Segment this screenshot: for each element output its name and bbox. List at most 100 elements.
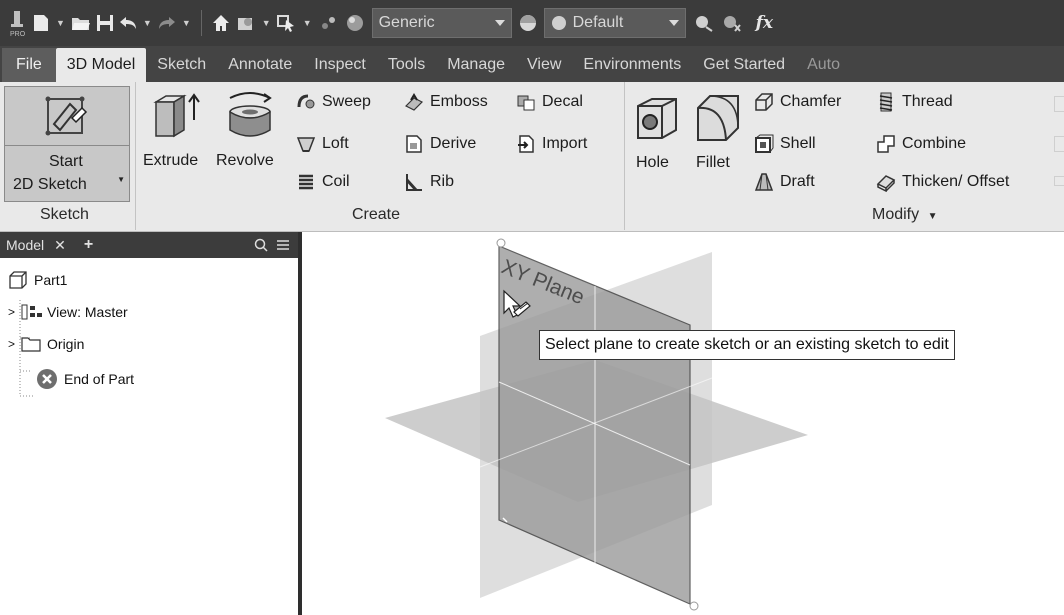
appearance-ball-icon[interactable] (516, 8, 540, 38)
search-icon[interactable] (254, 238, 268, 252)
tab-get-started[interactable]: Get Started (692, 48, 796, 82)
emboss-button[interactable]: Emboss (404, 92, 488, 112)
import-button[interactable]: Import (516, 134, 587, 154)
graphics-viewport[interactable]: XY Plane (306, 232, 1064, 615)
extrude-button[interactable]: Extrude (140, 86, 210, 196)
tab-file[interactable]: File (2, 48, 56, 82)
decal-icon (517, 95, 535, 111)
hole-icon (637, 98, 677, 139)
appearance-swatch-icon (551, 16, 566, 30)
redo-icon[interactable] (156, 8, 178, 38)
parameters-icon[interactable]: fx (756, 13, 773, 33)
tree-label: View: Master (47, 304, 128, 320)
material-dropdown[interactable]: Generic (371, 8, 512, 38)
group-divider (135, 82, 136, 230)
inventor-pro-logo[interactable]: PRO (4, 8, 30, 38)
import-icon (518, 135, 534, 153)
close-icon[interactable]: ✕ (54, 237, 66, 254)
open-icon[interactable] (69, 8, 93, 38)
plane-corner-grip[interactable] (689, 601, 699, 611)
2d-sketch-label: 2D Sketch (13, 176, 87, 193)
chevron-down-icon[interactable]: ▼ (56, 18, 65, 28)
fillet-label: Fillet (696, 154, 730, 171)
select-icon[interactable] (275, 8, 299, 38)
end-of-part-icon (37, 369, 57, 389)
thread-label: Thread (902, 93, 953, 110)
tab-view[interactable]: View (516, 48, 572, 82)
clear-override-icon[interactable] (690, 8, 718, 38)
chevron-down-icon[interactable]: ▼ (143, 18, 152, 28)
tab-manage[interactable]: Manage (436, 48, 516, 82)
tab-tools[interactable]: Tools (377, 48, 436, 82)
create-group-label: Create (352, 206, 401, 223)
tooltip: Select plane to create sketch or an exis… (539, 330, 955, 360)
chamfer-label: Chamfer (780, 93, 842, 110)
tab-annotate[interactable]: Annotate (217, 48, 303, 82)
coil-button[interactable]: Coil (296, 172, 350, 192)
coil-label: Coil (322, 173, 350, 190)
folder-icon (21, 337, 41, 352)
rib-button[interactable]: Rib (404, 172, 454, 192)
chevron-down-icon[interactable]: ▼ (182, 18, 191, 28)
emboss-label: Emboss (430, 93, 488, 110)
part-icon (9, 271, 27, 289)
toolbar-divider (200, 10, 202, 36)
loft-button[interactable]: Loft (296, 134, 349, 154)
chevron-down-icon[interactable]: ▼ (303, 18, 312, 28)
adjust-icon[interactable] (718, 8, 746, 38)
tab-model[interactable]: Model (6, 237, 44, 253)
fillet-icon (697, 95, 739, 141)
color-icon[interactable] (316, 8, 342, 38)
import-label: Import (542, 135, 588, 152)
add-tab-icon[interactable]: + (84, 236, 93, 254)
shell-button[interactable]: Shell (754, 134, 816, 154)
thicken-icon (876, 175, 896, 192)
hole-button[interactable]: Hole (630, 86, 684, 196)
tree-item-view-master[interactable]: > View: Master (8, 303, 128, 321)
plane-corner-grip[interactable] (496, 238, 506, 248)
start-2d-sketch-button[interactable]: Start 2D Sketch ▼ (4, 86, 130, 202)
split-divider (5, 145, 129, 146)
loft-label: Loft (322, 135, 349, 152)
extrude-icon (153, 93, 200, 138)
fillet-button[interactable]: Fillet (690, 86, 746, 196)
sweep-button[interactable]: Sweep (296, 92, 371, 112)
combine-button[interactable]: Combine (876, 134, 966, 154)
revolve-label: Revolve (216, 152, 274, 169)
tab-3d-model[interactable]: 3D Model (55, 48, 147, 82)
tree-item-origin[interactable]: > Origin (8, 336, 84, 352)
thread-button[interactable]: Thread (876, 92, 953, 112)
chevron-down-icon[interactable]: ▼ (117, 175, 125, 184)
tree-item-end-of-part[interactable]: End of Part (36, 368, 134, 390)
tab-sketch[interactable]: Sketch (146, 48, 217, 82)
appearance-dropdown[interactable]: Default (543, 8, 686, 38)
chevron-down-icon[interactable]: ▼ (262, 18, 271, 28)
browser-header: Model ✕ + (0, 232, 298, 258)
material-ball-icon[interactable] (342, 8, 368, 38)
modify-group-label[interactable]: Modify ▼ (872, 206, 937, 224)
thicken-offset-button[interactable]: Thicken/ Offset (876, 172, 1009, 192)
chamfer-icon (755, 93, 773, 111)
tab-environments[interactable]: Environments (572, 48, 692, 82)
decal-button[interactable]: Decal (516, 92, 583, 112)
tab-auto[interactable]: Auto (796, 48, 851, 82)
sweep-label: Sweep (322, 93, 371, 110)
chevron-right-icon[interactable]: > (8, 337, 15, 351)
combine-icon (877, 135, 895, 153)
thicken-offset-label: Thicken/ Offset (902, 173, 1010, 190)
coil-icon (299, 174, 313, 190)
home-icon[interactable] (208, 8, 234, 38)
menu-icon[interactable] (276, 239, 290, 251)
derive-button[interactable]: Derive (404, 134, 476, 154)
undo-icon[interactable] (117, 8, 139, 38)
update-icon[interactable] (234, 8, 258, 38)
tree-item-part1[interactable]: Part1 (8, 270, 67, 290)
chamfer-button[interactable]: Chamfer (754, 92, 841, 112)
chevron-right-icon[interactable]: > (8, 305, 15, 319)
draft-button[interactable]: Draft (754, 172, 815, 192)
new-icon[interactable] (30, 8, 52, 38)
revolve-button[interactable]: Revolve (214, 86, 286, 196)
save-icon[interactable] (93, 8, 117, 38)
tab-inspect[interactable]: Inspect (303, 48, 377, 82)
origin-planes[interactable]: XY Plane (306, 232, 1064, 615)
